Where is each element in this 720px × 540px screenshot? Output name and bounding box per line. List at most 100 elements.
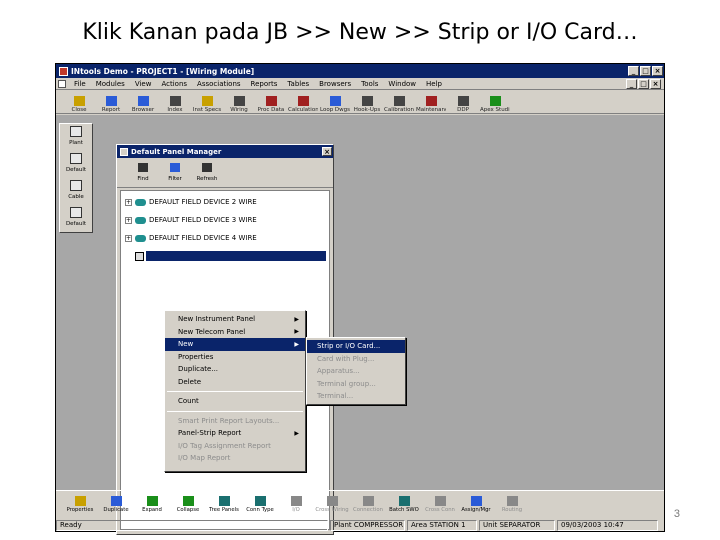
tree-row-label: DEFAULT FIELD DEVICE 3 WIRE xyxy=(149,216,257,224)
toolbar-button-close[interactable]: Close xyxy=(64,96,94,113)
dialog-close-button[interactable]: × xyxy=(322,147,332,156)
tree-row[interactable]: + DEFAULT FIELD DEVICE 2 WIRE xyxy=(121,193,329,211)
context-menu-item-new[interactable]: New ▶ xyxy=(165,338,305,351)
side-button-cable[interactable]: Cable xyxy=(60,178,92,205)
bottom-button-assign-mgr[interactable]: Assign/Mgr xyxy=(458,496,494,513)
toolbar-button-wiring[interactable]: Wiring xyxy=(224,96,254,113)
doc-close-button[interactable]: × xyxy=(650,79,661,89)
document-icon[interactable] xyxy=(58,79,66,88)
toolbar-button-report[interactable]: Report xyxy=(96,96,126,113)
tree-row-selected-jb[interactable] xyxy=(121,247,329,265)
menu-associations[interactable]: Associations xyxy=(192,80,246,88)
slide: Klik Kanan pada JB >> New >> Strip or I/… xyxy=(0,0,720,540)
bottom-button-cross-conn: Cross Conn xyxy=(422,496,458,513)
bottom-button-i-o: I/O xyxy=(278,496,314,513)
toolbar-button-label: Apex Studio Conversion xyxy=(480,107,510,113)
menu-view[interactable]: View xyxy=(130,80,157,88)
dialog-tool-find[interactable]: Find xyxy=(127,163,159,182)
menu-tables[interactable]: Tables xyxy=(282,80,314,88)
context-menu-item-new-instrument-panel[interactable]: New Instrument Panel ▶ xyxy=(165,313,305,326)
junction-box-icon xyxy=(135,251,144,261)
context-menu-item-properties[interactable]: Properties xyxy=(165,351,305,364)
dialog-titlebar[interactable]: Default Panel Manager × xyxy=(117,145,333,158)
cross-conn-icon xyxy=(434,496,446,506)
status-area: Area STATION 1 xyxy=(407,519,477,531)
bottom-button-label: Duplicate xyxy=(103,507,129,513)
toolbar-button-calculation[interactable]: Calculation xyxy=(288,96,318,113)
submenu-arrow-icon: ▶ xyxy=(294,328,299,336)
menu-item-label: Count xyxy=(178,397,199,406)
context-menu: New Instrument Panel ▶ New Telecom Panel ▶ N… xyxy=(164,310,306,472)
dialog-tool-refresh[interactable]: Refresh xyxy=(191,163,223,182)
context-menu-item-count[interactable]: Count xyxy=(165,395,305,408)
bottom-button-collapse[interactable]: Collapse xyxy=(170,496,206,513)
submenu-item-terminal-group: Terminal group... xyxy=(317,379,376,388)
app-icon xyxy=(59,66,68,76)
toolbar-button-hook-ups[interactable]: Hook-Ups xyxy=(352,96,382,113)
bottom-button-duplicate[interactable]: Duplicate xyxy=(98,496,134,513)
menu-reports[interactable]: Reports xyxy=(246,80,283,88)
menu-separator xyxy=(167,391,303,392)
submenu-arrow-icon: ▶ xyxy=(294,429,299,437)
menu-modules[interactable]: Modules xyxy=(91,80,130,88)
window-titlebar[interactable]: INtools Demo - PROJECT1 - [Wiring Module… xyxy=(56,64,664,78)
dialog-tool-filter[interactable]: Filter xyxy=(159,163,191,182)
browser-icon xyxy=(137,96,149,106)
bottom-button-conn-type[interactable]: Conn Type xyxy=(242,496,278,513)
context-menu-item-duplicate[interactable]: Duplicate... xyxy=(165,363,305,376)
calibration-icon xyxy=(393,96,405,106)
bottom-button-routing: Routing xyxy=(494,496,530,513)
menu-item-label: New xyxy=(178,340,194,349)
maximize-button[interactable]: □ xyxy=(640,66,651,76)
default-icon xyxy=(70,207,82,218)
minimize-button[interactable]: _ xyxy=(628,66,639,76)
connection-icon xyxy=(362,496,374,506)
bottom-button-batch-swo[interactable]: Batch SWO xyxy=(386,496,422,513)
toolbar-button-maintenance[interactable]: Maintenance xyxy=(416,96,446,113)
tree-row[interactable]: + DEFAULT FIELD DEVICE 3 WIRE xyxy=(121,211,329,229)
doc-minimize-button[interactable]: _ xyxy=(626,79,637,89)
context-menu-item-new-telecom-panel[interactable]: New Telecom Panel ▶ xyxy=(165,326,305,339)
bottom-button-properties[interactable]: Properties xyxy=(62,496,98,513)
expand-icon[interactable]: + xyxy=(125,198,132,206)
menu-file[interactable]: File xyxy=(69,80,91,88)
toolbar-button-inst-specs[interactable]: Inst Specs xyxy=(192,96,222,113)
side-button-label: Default xyxy=(65,221,87,227)
toolbar-button-ddp[interactable]: DDP xyxy=(448,96,478,113)
menu-window[interactable]: Window xyxy=(383,80,421,88)
toolbar-button-label: Index xyxy=(167,107,183,113)
expand-icon xyxy=(146,496,158,506)
binoculars-icon xyxy=(138,163,148,172)
doc-restore-button[interactable]: □ xyxy=(638,79,649,89)
tree-row[interactable]: + DEFAULT FIELD DEVICE 4 WIRE xyxy=(121,229,329,247)
submenu-item-strip-or-i-o-card[interactable]: Strip or I/O Card... xyxy=(307,340,405,353)
menu-tools[interactable]: Tools xyxy=(356,80,383,88)
collapse-icon xyxy=(182,496,194,506)
menu-help[interactable]: Help xyxy=(421,80,447,88)
wiring-icon xyxy=(233,96,245,106)
bottom-button-tree-panels[interactable]: Tree Panels xyxy=(206,496,242,513)
side-button-plant[interactable]: Plant xyxy=(60,124,92,151)
context-menu-item-delete[interactable]: Delete xyxy=(165,376,305,389)
toolbar-button-index[interactable]: Index xyxy=(160,96,190,113)
toolbar-button-label: Loop Dwgs xyxy=(320,107,350,113)
toolbar-button-proc-data[interactable]: Proc Data xyxy=(256,96,286,113)
toolbar-button-calibration[interactable]: Calibration xyxy=(384,96,414,113)
toolbar-button-browser[interactable]: Browser xyxy=(128,96,158,113)
toolbar-button-label: Calculation xyxy=(288,107,318,113)
bottom-button-expand[interactable]: Expand xyxy=(134,496,170,513)
toolbar-button-apex-studio-conversion[interactable]: Apex Studio Conversion xyxy=(480,96,510,113)
context-menu-item-panel-strip-report[interactable]: Panel-Strip Report ▶ xyxy=(165,427,305,440)
toolbar-button-label: Maintenance xyxy=(416,107,446,113)
expand-icon[interactable]: + xyxy=(125,234,132,242)
toolbar-button-loop-dwgs[interactable]: Loop Dwgs xyxy=(320,96,350,113)
bottom-button-label: Batch SWO xyxy=(389,507,419,513)
side-button-default[interactable]: Default xyxy=(60,151,92,178)
side-button-default[interactable]: Default xyxy=(60,205,92,232)
bottom-button-label: Expand xyxy=(142,507,162,513)
menu-actions[interactable]: Actions xyxy=(156,80,192,88)
expand-icon[interactable]: + xyxy=(125,216,132,224)
field-device-icon xyxy=(135,216,146,224)
menu-browsers[interactable]: Browsers xyxy=(314,80,356,88)
close-button[interactable]: × xyxy=(652,66,663,76)
